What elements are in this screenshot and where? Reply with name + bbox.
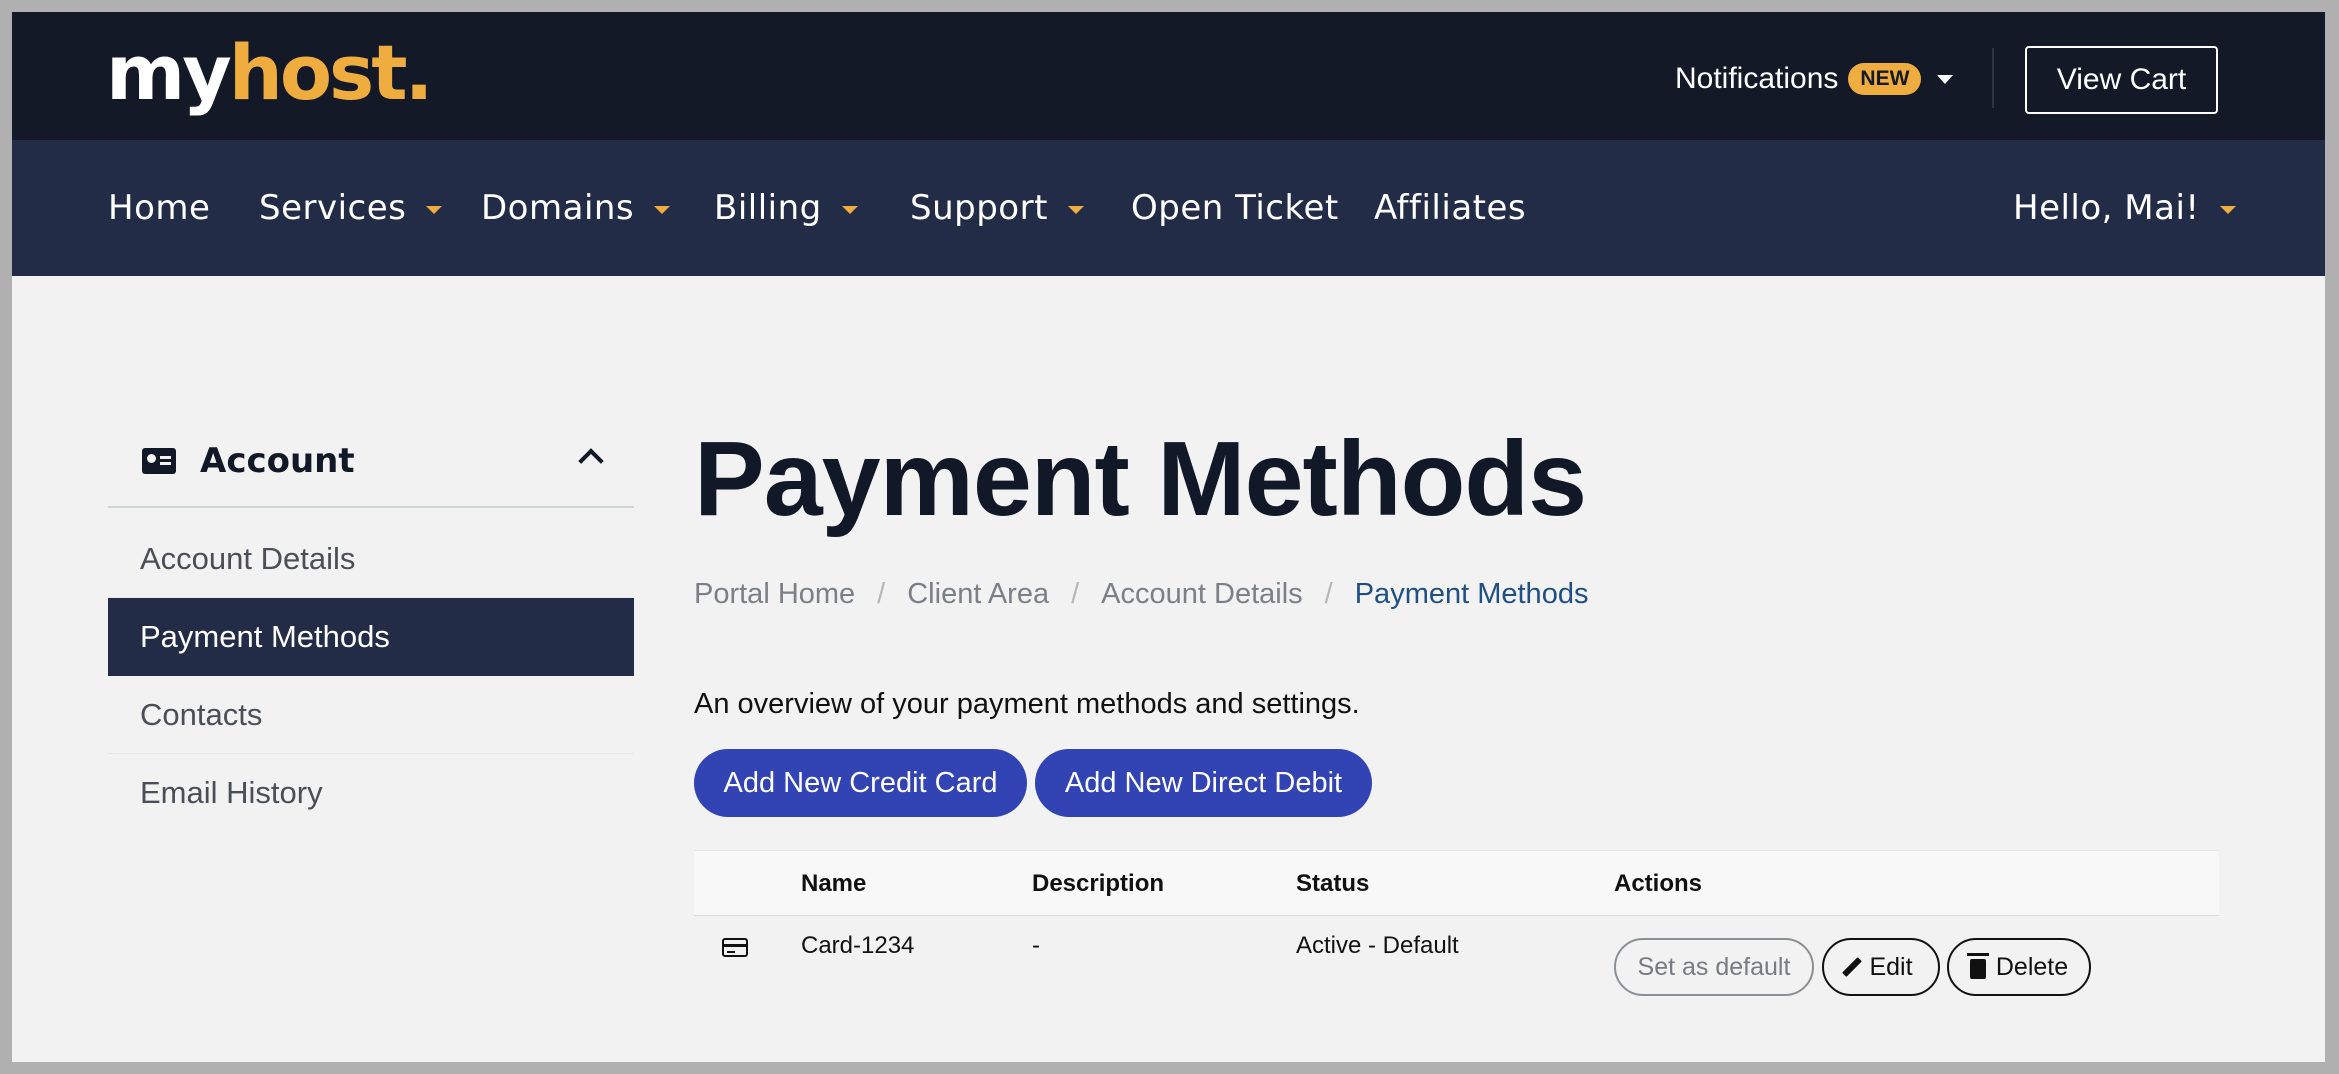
chevron-down-icon bbox=[1937, 74, 1954, 84]
nav-item-open-ticket[interactable]: Open Ticket bbox=[1131, 140, 1339, 276]
new-badge: NEW bbox=[1848, 63, 1922, 95]
table-header: Name Description Status Actions bbox=[694, 850, 2219, 916]
breadcrumb-account-details[interactable]: Account Details bbox=[1101, 578, 1303, 611]
edit-label: Edit bbox=[1869, 952, 1913, 981]
nav-item-billing[interactable]: Billing bbox=[714, 140, 858, 276]
column-header-status: Status bbox=[1296, 870, 1370, 897]
add-direct-debit-button[interactable]: Add New Direct Debit bbox=[1035, 749, 1372, 817]
nav-item-label: Billing bbox=[714, 188, 822, 228]
breadcrumb-separator: / bbox=[877, 578, 886, 610]
nav-item-label: Affiliates bbox=[1374, 188, 1527, 228]
chevron-down-icon bbox=[654, 206, 671, 214]
overview-text: An overview of your payment methods and … bbox=[694, 688, 1360, 720]
delete-label: Delete bbox=[1995, 952, 2069, 981]
nav-item-home[interactable]: Home bbox=[108, 140, 210, 276]
column-header-name: Name bbox=[801, 870, 867, 897]
payment-methods-table: Name Description Status Actions Card-123… bbox=[694, 850, 2219, 1000]
page-frame: myhost. Notifications NEW View Cart Home… bbox=[12, 12, 2325, 1062]
breadcrumb-separator: / bbox=[1071, 578, 1080, 610]
chevron-down-icon bbox=[2219, 206, 2236, 214]
chevron-up-icon[interactable] bbox=[578, 448, 604, 474]
set-default-button[interactable]: Set as default bbox=[1614, 938, 1814, 996]
nav-item-label: Services bbox=[259, 188, 407, 228]
table-row: Card-1234 - Active - Default Set as defa… bbox=[694, 916, 2219, 1000]
edit-button[interactable]: Edit bbox=[1822, 938, 1940, 996]
logo[interactable]: myhost. bbox=[106, 28, 434, 118]
divider bbox=[1992, 48, 1994, 108]
sidebar-item-email-history[interactable]: Email History bbox=[108, 754, 634, 832]
breadcrumb: Portal Home / Client Area / Account Deta… bbox=[694, 578, 1588, 611]
add-credit-card-button[interactable]: Add New Credit Card bbox=[694, 749, 1027, 817]
nav-item-domains[interactable]: Domains bbox=[481, 140, 671, 276]
nav-item-support[interactable]: Support bbox=[910, 140, 1084, 276]
cell-name: Card-1234 bbox=[801, 932, 915, 959]
nav-item-label: Home bbox=[108, 188, 211, 228]
column-header-actions: Actions bbox=[1614, 870, 1703, 897]
view-cart-button[interactable]: View Cart bbox=[2025, 46, 2218, 114]
cell-description: - bbox=[1032, 932, 1040, 959]
nav-item-services[interactable]: Services bbox=[259, 140, 443, 276]
sidebar-item-contacts[interactable]: Contacts bbox=[108, 676, 634, 754]
page-title: Payment Methods bbox=[694, 420, 1587, 538]
breadcrumb-portal-home[interactable]: Portal Home bbox=[694, 578, 855, 611]
nav-item-label: Open Ticket bbox=[1131, 188, 1339, 228]
user-greeting: Hello, Mai! bbox=[2013, 188, 2200, 228]
logo-part-host: host. bbox=[228, 28, 434, 117]
breadcrumb-separator: / bbox=[1324, 578, 1333, 610]
trash-icon bbox=[1966, 952, 1989, 979]
chevron-down-icon bbox=[1067, 206, 1084, 214]
sidebar-item-payment-methods[interactable]: Payment Methods bbox=[108, 598, 634, 676]
column-header-description: Description bbox=[1032, 870, 1165, 897]
sidebar-item-account-details[interactable]: Account Details bbox=[108, 520, 634, 598]
notifications-label: Notifications bbox=[1675, 62, 1839, 95]
credit-card-icon bbox=[722, 938, 748, 957]
nav-item-label: Domains bbox=[481, 188, 635, 228]
notifications-menu[interactable]: Notifications NEW bbox=[1675, 59, 1954, 99]
breadcrumb-current: Payment Methods bbox=[1354, 578, 1589, 610]
pencil-icon bbox=[1842, 957, 1863, 977]
sidebar-header-title: Account bbox=[200, 441, 355, 481]
nav-item-affiliates[interactable]: Affiliates bbox=[1374, 140, 1526, 276]
chevron-down-icon bbox=[426, 206, 443, 214]
breadcrumb-client-area[interactable]: Client Area bbox=[907, 578, 1049, 611]
user-menu[interactable]: Hello, Mai! bbox=[2013, 140, 2236, 276]
chevron-down-icon bbox=[841, 206, 858, 214]
cell-status: Active - Default bbox=[1296, 932, 1459, 959]
logo-part-my: my bbox=[106, 28, 232, 117]
sidebar-header-account[interactable]: Account bbox=[108, 416, 634, 508]
id-card-icon bbox=[142, 448, 176, 474]
nav-item-label: Support bbox=[910, 188, 1048, 228]
top-bar: myhost. Notifications NEW View Cart bbox=[12, 12, 2325, 140]
delete-button[interactable]: Delete bbox=[1947, 938, 2091, 996]
main-nav: Home Services Domains Billing Support Op… bbox=[12, 140, 2325, 276]
